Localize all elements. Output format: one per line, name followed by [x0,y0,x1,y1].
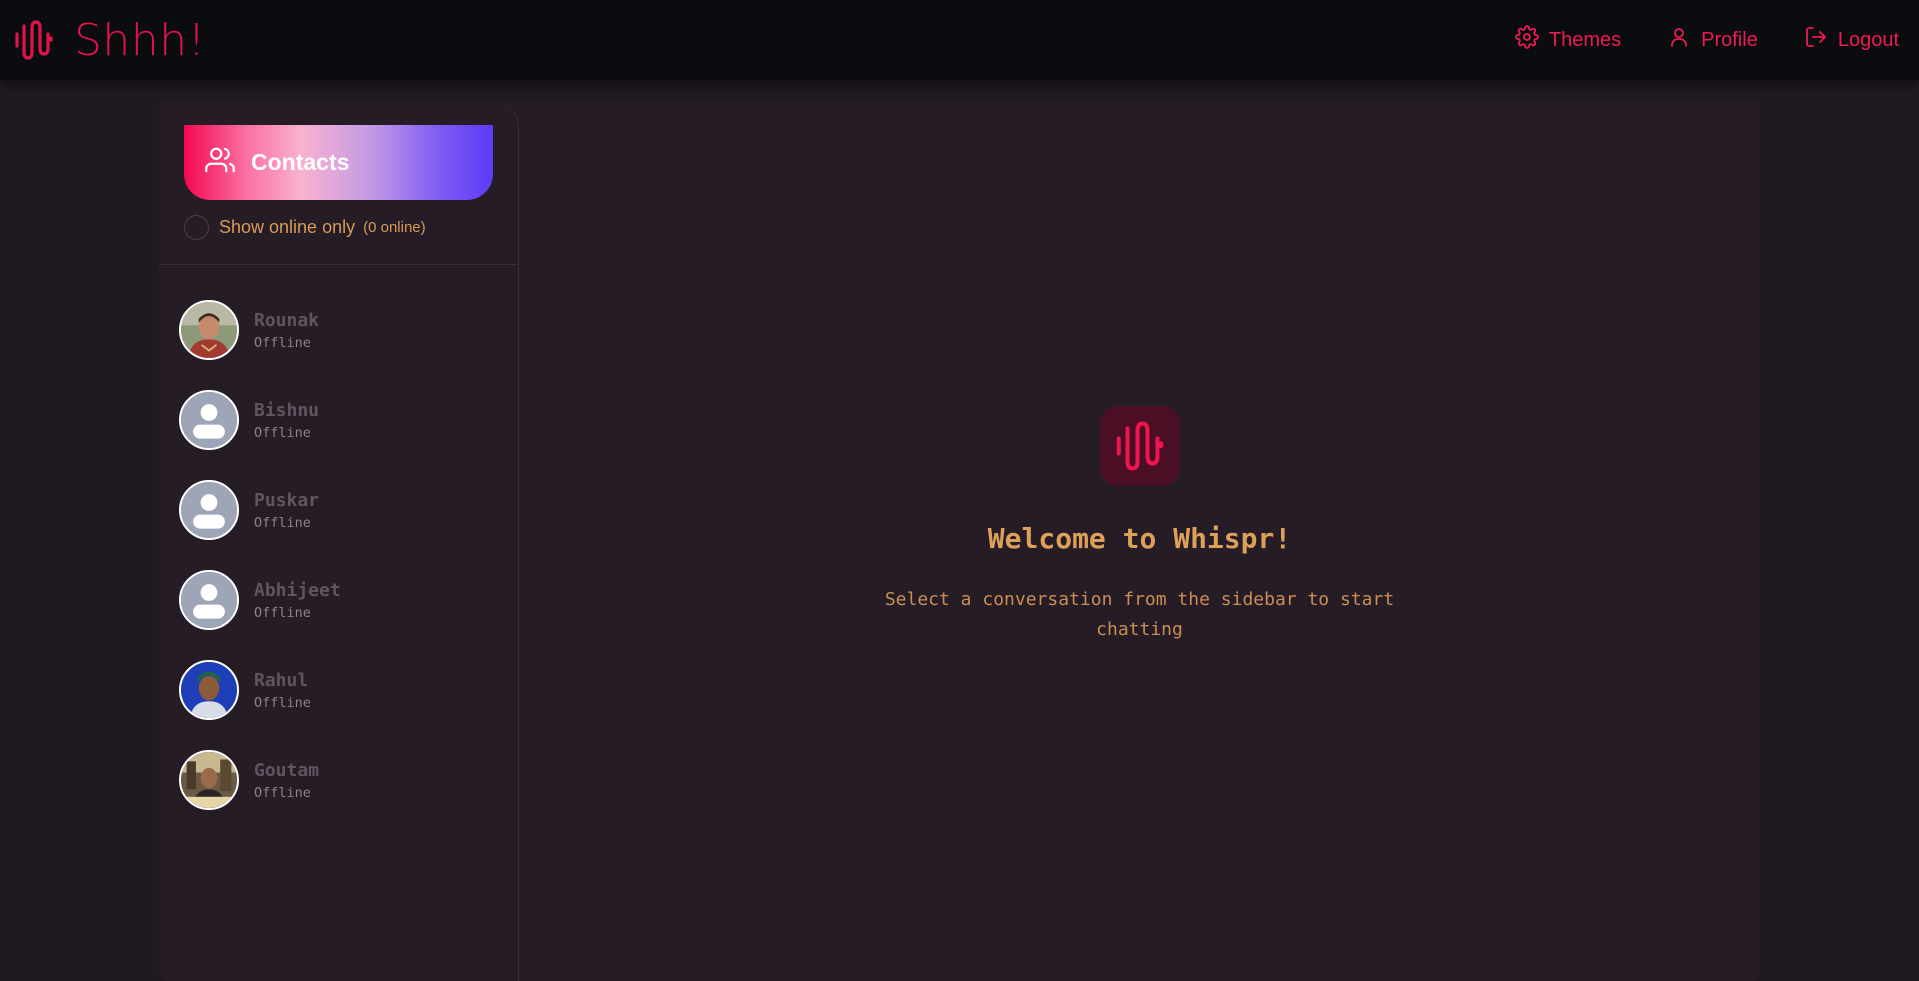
contact-item-rounak[interactable]: Rounak Offline [159,285,518,375]
profile-button[interactable]: Profile [1667,25,1758,55]
avatar [179,660,239,720]
contact-item-rahul[interactable]: Rahul Offline [159,645,518,735]
contact-status: Offline [254,424,311,441]
contact-item-abhijeet[interactable]: Abhijeet Offline [159,555,518,645]
contacts-header: Contacts [184,125,493,200]
logout-label: Logout [1837,28,1899,51]
logout-icon [1804,25,1828,55]
contact-item-puskar[interactable]: Puskar Offline [159,465,518,555]
contact-status: Offline [254,334,311,351]
default-avatar-icon [179,570,239,630]
default-avatar-icon [179,480,239,540]
waveform-logo-icon [14,18,54,62]
chat-area: Welcome to Whispr! Select a conversation… [519,101,1760,981]
sidebar-header: Contacts Show online only (0 online) [159,101,518,265]
online-count: (0 online) [363,219,426,236]
contact-text: Puskar Offline [254,490,319,531]
users-icon [205,145,235,180]
show-online-checkbox[interactable] [184,215,209,240]
contact-name: Puskar [254,489,320,511]
contact-name: Rahul [254,669,309,691]
welcome-subtitle: Select a conversation from the sidebar t… [884,589,1395,640]
contacts-sidebar: Contacts Show online only (0 online) Rou… [159,101,519,981]
contact-text: Rounak Offline [254,310,319,351]
nav-actions: Themes Profile Logout [1515,25,1905,55]
show-online-label[interactable]: Show online only [219,217,355,238]
navbar: Shhh! Themes Profile Logout [0,0,1919,80]
welcome-panel: Welcome to Whispr! Select a conversation… [519,406,1760,645]
contact-text: Rahul Offline [254,670,311,711]
contact-status: Offline [254,784,311,801]
logout-button[interactable]: Logout [1804,25,1899,55]
contact-name: Goutam [254,759,320,781]
contact-name: Abhijeet [254,579,341,601]
app-name: Shhh! [74,14,206,66]
default-avatar-icon [179,390,239,450]
chat-container: Contacts Show online only (0 online) Rou… [159,101,1760,981]
contact-list: Rounak Offline Bishnu Offline Puskar Off… [159,265,518,825]
contact-text: Goutam Offline [254,760,319,801]
welcome-title: Welcome to Whispr! [987,522,1292,555]
themes-label: Themes [1548,28,1622,51]
contact-item-bishnu[interactable]: Bishnu Offline [159,375,518,465]
contact-text: Abhijeet Offline [254,580,341,621]
gear-icon [1515,25,1539,55]
contact-status: Offline [254,604,311,621]
waveform-logo-icon [1099,406,1180,486]
themes-button[interactable]: Themes [1515,25,1621,55]
contacts-title: Contacts [251,149,350,175]
contact-item-goutam[interactable]: Goutam Offline [159,735,518,825]
avatar [179,300,239,360]
contact-text: Bishnu Offline [254,400,319,441]
brand[interactable]: Shhh! [14,15,206,66]
contact-name: Bishnu [254,399,320,421]
avatar [179,750,239,810]
online-filter: Show online only (0 online) [184,215,493,240]
contact-status: Offline [254,514,311,531]
contact-status: Offline [254,694,311,711]
user-icon [1667,25,1691,55]
profile-label: Profile [1701,28,1758,51]
contact-name: Rounak [254,309,320,331]
